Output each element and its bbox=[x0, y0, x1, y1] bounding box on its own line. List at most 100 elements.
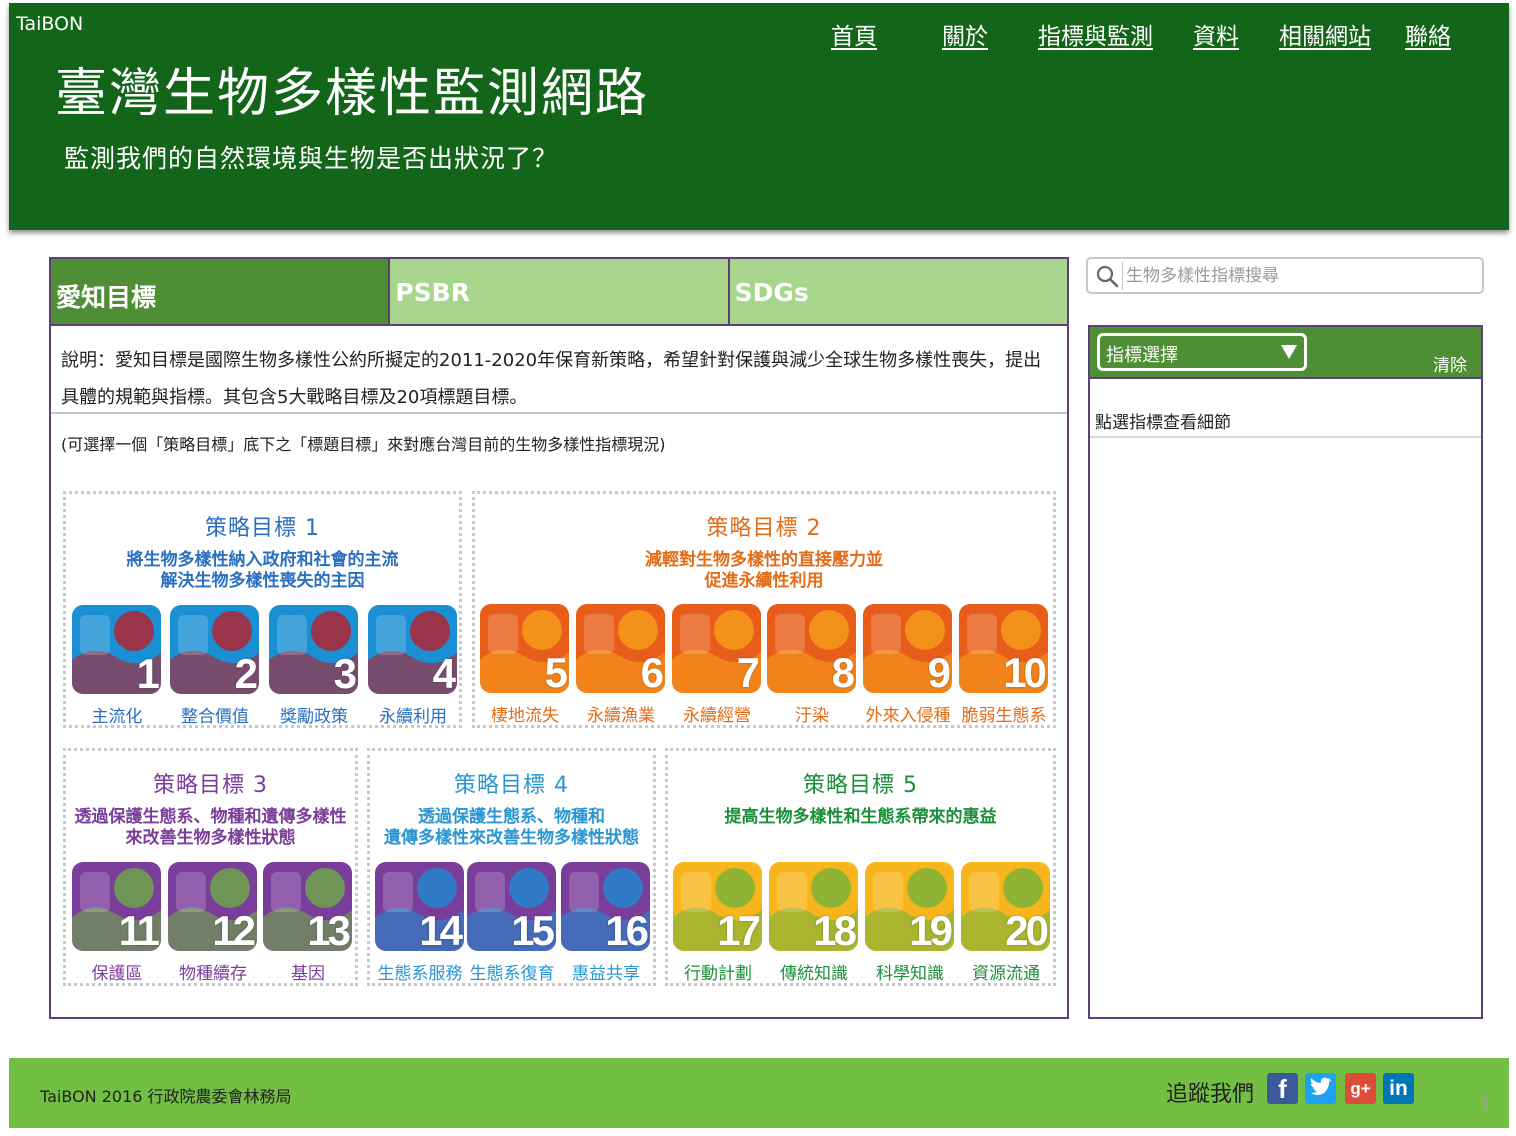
nav-about[interactable]: 關於 bbox=[942, 17, 988, 51]
target-number: 7 bbox=[736, 649, 760, 693]
facebook-icon[interactable]: f bbox=[1267, 1073, 1298, 1104]
target-icon: 5 bbox=[480, 604, 569, 693]
target-icon: 19 bbox=[865, 862, 954, 951]
target-label: 保護區 bbox=[91, 964, 143, 984]
target-icon: 2 bbox=[170, 605, 259, 694]
goal-description: 透過保護生態系、物種和遺傳多樣性來改善生物多樣性狀態 bbox=[74, 807, 347, 848]
target-12[interactable]: 12 物種續存 bbox=[168, 862, 258, 984]
target-17[interactable]: 17 行動計劃 bbox=[673, 862, 763, 984]
search-input[interactable] bbox=[1126, 264, 1476, 288]
sidebar-header: 指標選擇 清除 bbox=[1090, 327, 1481, 379]
hint-text: (可選擇一個「策略目標」底下之「標題目標」來對應台灣目前的生物多樣性指標現況) bbox=[61, 435, 666, 454]
site-footer: TaiBON 2016 行政院農委會林務局 追蹤我們 f g+ in bbox=[9, 1058, 1509, 1128]
target-number: 10 bbox=[1003, 649, 1047, 693]
nav-home[interactable]: 首頁 bbox=[831, 17, 877, 51]
search-icon bbox=[1096, 265, 1119, 288]
target-icon: 18 bbox=[769, 862, 858, 951]
goal-description: 將生物多樣性納入政府和社會的主流 解決生物多樣性喪失的主因 bbox=[126, 550, 399, 591]
target-label: 行動計劃 bbox=[684, 964, 752, 984]
goal-description: 減輕對生物多樣性的直接壓力並 促進永續性利用 bbox=[645, 550, 883, 591]
target-icon: 7 bbox=[672, 604, 761, 693]
target-number: 17 bbox=[717, 907, 761, 951]
target-15[interactable]: 15 生態系復育 bbox=[467, 862, 557, 984]
target-label: 生態系服務 bbox=[377, 964, 463, 984]
target-label: 脆弱生態系 bbox=[961, 706, 1047, 726]
target-6[interactable]: 6 永續漁業 bbox=[576, 604, 666, 726]
target-number: 18 bbox=[813, 907, 857, 951]
target-number: 1 bbox=[136, 650, 160, 694]
target-16[interactable]: 16 惠益共享 bbox=[561, 862, 651, 984]
target-number: 19 bbox=[909, 907, 953, 951]
target-20[interactable]: 20 資源流通 bbox=[961, 862, 1051, 984]
target-icon: 20 bbox=[961, 862, 1050, 951]
indicator-select[interactable]: 指標選擇 bbox=[1097, 333, 1307, 371]
nav-data[interactable]: 資料 bbox=[1193, 17, 1239, 51]
site-subtitle: 監測我們的自然環境與生物是否出狀況了？ bbox=[64, 144, 559, 173]
target-label: 主流化 bbox=[91, 707, 143, 727]
target-label: 物種續存 bbox=[179, 964, 247, 984]
nav-contact[interactable]: 聯絡 bbox=[1405, 17, 1451, 51]
goal-title: 策略目標 4 bbox=[454, 773, 569, 798]
target-number: 12 bbox=[212, 907, 256, 951]
target-icon: 4 bbox=[368, 605, 457, 694]
target-number: 6 bbox=[640, 649, 664, 693]
linkedin-icon[interactable]: in bbox=[1383, 1073, 1414, 1104]
target-label: 惠益共享 bbox=[572, 964, 640, 984]
target-icon: 10 bbox=[959, 604, 1048, 693]
target-label: 獎勵政策 bbox=[280, 707, 348, 727]
target-label: 永續漁業 bbox=[587, 706, 655, 726]
target-label: 基因 bbox=[291, 964, 325, 984]
target-8[interactable]: 8 汙染 bbox=[767, 604, 857, 726]
target-13[interactable]: 13 基因 bbox=[263, 862, 353, 984]
target-1[interactable]: 1 主流化 bbox=[72, 605, 162, 727]
google-plus-icon[interactable]: g+ bbox=[1345, 1073, 1376, 1104]
tab-psbr[interactable]: PSBR bbox=[390, 259, 730, 326]
nav-indicators[interactable]: 指標與監測 bbox=[1038, 17, 1153, 51]
target-label: 傳統知識 bbox=[780, 964, 848, 984]
target-icon: 8 bbox=[767, 604, 856, 693]
target-number: 14 bbox=[419, 907, 463, 951]
target-19[interactable]: 19 科學知識 bbox=[865, 862, 955, 984]
target-11[interactable]: 11 保護區 bbox=[72, 862, 162, 984]
target-number: 15 bbox=[511, 907, 555, 951]
twitter-bird-icon bbox=[1310, 1077, 1332, 1096]
goal-title: 策略目標 1 bbox=[205, 516, 320, 541]
target-10[interactable]: 10 脆弱生態系 bbox=[959, 604, 1049, 726]
select-label: 指標選擇 bbox=[1106, 345, 1178, 366]
strategic-goal-1: 策略目標 1 將生物多樣性納入政府和社會的主流 解決生物多樣性喪失的主因 1 主流化… bbox=[63, 491, 462, 728]
tab-sdgs[interactable]: SDGs bbox=[729, 259, 1067, 326]
target-label: 棲地流失 bbox=[491, 706, 559, 726]
twitter-icon[interactable] bbox=[1305, 1073, 1336, 1104]
target-number: 4 bbox=[432, 650, 456, 694]
target-icon: 17 bbox=[673, 862, 762, 951]
target-number: 5 bbox=[544, 649, 568, 693]
chevron-down-icon bbox=[1281, 345, 1297, 359]
follow-us-label: 追蹤我們 bbox=[1166, 1082, 1255, 1107]
nav-related-sites[interactable]: 相關網站 bbox=[1279, 17, 1371, 51]
strategic-goal-4: 策略目標 4 透過保護生態系、物種和 遺傳多樣性來改善生物多樣性狀態 14 生態系服… bbox=[367, 748, 656, 986]
target-4[interactable]: 4 永續利用 bbox=[368, 605, 458, 727]
target-18[interactable]: 18 傳統知識 bbox=[769, 862, 859, 984]
target-label: 外來入侵種 bbox=[865, 706, 951, 726]
clear-button[interactable]: 清除 bbox=[1433, 351, 1467, 376]
brand-logo[interactable]: TaiBON bbox=[16, 13, 83, 35]
goal-title: 策略目標 2 bbox=[706, 516, 822, 541]
target-9[interactable]: 9 外來入侵種 bbox=[863, 604, 953, 726]
target-label: 生態系復育 bbox=[469, 964, 555, 984]
target-icon: 13 bbox=[263, 862, 352, 951]
copyright-text: TaiBON 2016 行政院農委會林務局 bbox=[40, 1087, 292, 1106]
target-14[interactable]: 14 生態系服務 bbox=[375, 862, 465, 984]
target-5[interactable]: 5 棲地流失 bbox=[480, 604, 570, 726]
target-3[interactable]: 3 獎勵政策 bbox=[269, 605, 359, 727]
page-number: 1 bbox=[1480, 1094, 1492, 1115]
target-icon: 14 bbox=[375, 862, 464, 951]
target-label: 汙染 bbox=[795, 706, 829, 726]
target-number: 2 bbox=[234, 650, 258, 694]
target-7[interactable]: 7 永續經營 bbox=[672, 604, 762, 726]
target-2[interactable]: 2 整合價值 bbox=[170, 605, 260, 727]
sidebar-info: 點選指標查看細節 bbox=[1090, 379, 1481, 438]
target-label: 整合價值 bbox=[181, 707, 249, 727]
tab-aichi[interactable]: 愛知目標 bbox=[51, 259, 391, 326]
goal-title: 策略目標 3 bbox=[153, 773, 268, 798]
aichi-panel: 愛知目標 PSBR SDGs 說明：愛知目標是國際生物多樣性公約所擬定的2011… bbox=[49, 257, 1069, 1019]
